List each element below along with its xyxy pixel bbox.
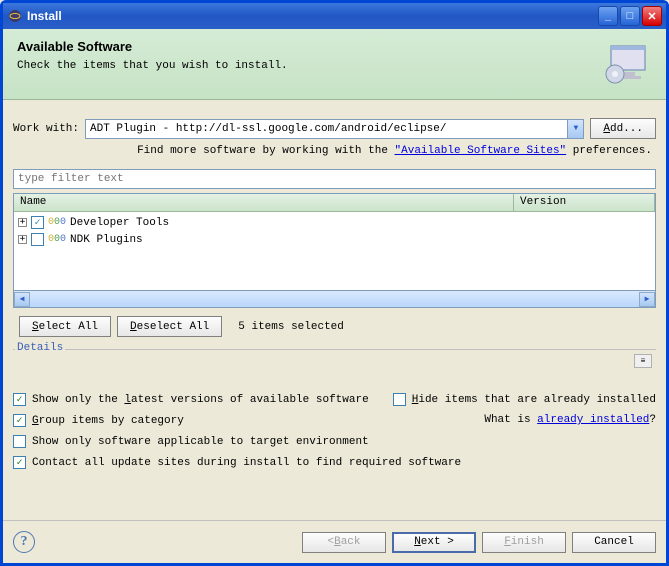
next-button[interactable]: Next > (392, 532, 476, 553)
label-contact-sites: Contact all update sites during install … (32, 457, 461, 469)
finish-button[interactable]: Finish (482, 532, 566, 553)
scroll-right-icon[interactable]: ▶ (639, 292, 655, 307)
deselect-all-button[interactable]: Deselect All (117, 316, 222, 337)
checkbox-applicable-target[interactable] (13, 435, 26, 448)
checkbox-contact-sites[interactable] (13, 456, 26, 469)
selection-count: 5 items selected (238, 321, 344, 333)
column-version[interactable]: Version (514, 194, 655, 211)
back-button[interactable]: < Back (302, 532, 386, 553)
checkbox-ndk-plugins[interactable] (31, 233, 44, 246)
work-with-input[interactable] (86, 123, 567, 135)
checkbox-latest-versions[interactable] (13, 393, 26, 406)
maximize-button[interactable]: □ (620, 6, 640, 26)
label-applicable-target: Show only software applicable to target … (32, 436, 369, 448)
scroll-left-icon[interactable]: ◀ (14, 292, 30, 307)
horizontal-scrollbar[interactable]: ◀ ▶ (13, 291, 656, 308)
details-label: Details (15, 342, 65, 354)
wizard-header: Available Software Check the items that … (3, 29, 666, 100)
cancel-button[interactable]: Cancel (572, 532, 656, 553)
select-all-button[interactable]: Select All (19, 316, 111, 337)
titlebar[interactable]: Install _ □ ✕ (3, 3, 666, 29)
category-icon: 000 (48, 217, 66, 228)
close-button[interactable]: ✕ (642, 6, 662, 26)
eclipse-icon (7, 8, 23, 24)
help-button[interactable]: ? (13, 531, 35, 553)
tree-item-developer-tools[interactable]: + 000 Developer Tools (14, 214, 655, 231)
label-group-category: Group items by category (32, 415, 184, 427)
checkbox-hide-installed[interactable] (393, 393, 406, 406)
tree-item-ndk-plugins[interactable]: + 000 NDK Plugins (14, 231, 655, 248)
already-installed-link[interactable]: already installed (537, 414, 649, 426)
available-sites-link[interactable]: "Available Software Sites" (395, 145, 567, 157)
label-hide-installed: Hide items that are already installed (412, 394, 656, 406)
work-with-label: Work with: (13, 123, 79, 135)
add-button[interactable]: Add... (590, 118, 656, 139)
tree-header: Name Version (14, 194, 655, 212)
checkbox-group-category[interactable] (13, 414, 26, 427)
checkbox-developer-tools[interactable] (31, 216, 44, 229)
work-with-dropdown-icon[interactable]: ▼ (567, 120, 583, 138)
expander-icon[interactable]: + (18, 218, 27, 227)
install-banner-icon (602, 39, 652, 89)
page-subtitle: Check the items that you wish to install… (17, 60, 592, 72)
label-latest-versions: Show only the latest versions of availab… (32, 394, 369, 406)
minimize-button[interactable]: _ (598, 6, 618, 26)
find-more-text: Find more software by working with the "… (13, 145, 656, 157)
window-title: Install (27, 9, 62, 23)
filter-input[interactable] (13, 169, 656, 189)
what-is-installed-text: What is already installed? (484, 414, 656, 426)
wizard-footer: ? < Back Next > Finish Cancel (3, 520, 666, 563)
details-group: Details ≡ (13, 349, 656, 383)
install-dialog: Install _ □ ✕ Available Software Check t… (0, 0, 669, 566)
page-title: Available Software (17, 39, 592, 54)
details-toggle-icon[interactable]: ≡ (634, 354, 652, 368)
software-tree[interactable]: Name Version + 000 Developer Tools + 000… (13, 193, 656, 291)
expander-icon[interactable]: + (18, 235, 27, 244)
work-with-combo[interactable]: ▼ (85, 119, 584, 139)
category-icon: 000 (48, 234, 66, 245)
column-name[interactable]: Name (14, 194, 514, 211)
